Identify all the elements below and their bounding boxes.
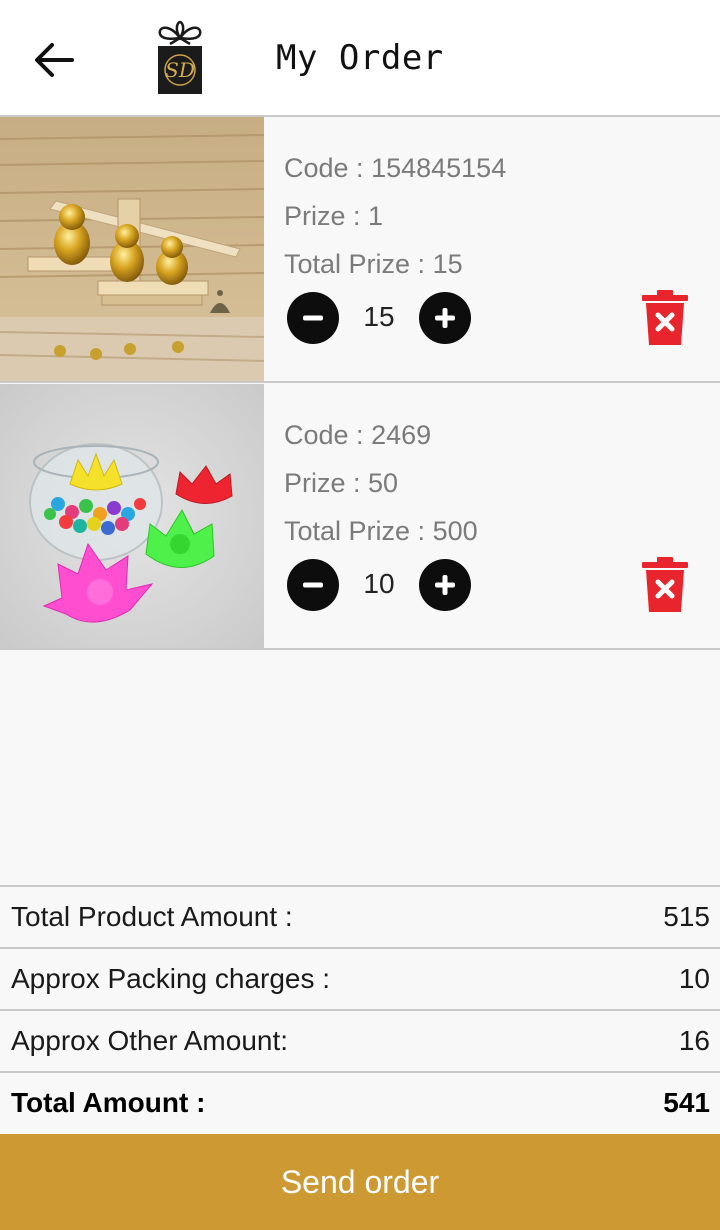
app-header: SD My Order [0, 0, 720, 117]
summary-value: 10 [678, 963, 710, 994]
product-image [0, 117, 264, 381]
summary-label: Approx Packing charges : [11, 963, 331, 994]
decrease-quantity-button[interactable] [287, 292, 339, 344]
summary-value: 16 [678, 1025, 710, 1056]
order-item: Code : 154845154 Prize : 1 Total Prize :… [0, 117, 720, 383]
total-label: Total Amount : [11, 1087, 206, 1118]
minus-icon [303, 582, 323, 588]
summary-value: 515 [663, 901, 710, 932]
item-code: Code : 2469 [284, 420, 432, 450]
svg-text:SD: SD [165, 58, 195, 82]
product-image [0, 384, 264, 648]
item-prize: Prize : 1 [284, 201, 384, 231]
send-order-button[interactable]: Send order [0, 1134, 720, 1230]
order-item: Code : 2469 Prize : 50 Total Prize : 500… [0, 384, 720, 650]
total-value: 541 [663, 1087, 710, 1118]
item-total-prize: Total Prize : 15 [284, 249, 463, 279]
summary-total-amount: Total Amount : 541 [0, 1071, 720, 1133]
delete-item-button[interactable] [640, 556, 690, 614]
brand-logo: SD [158, 20, 202, 94]
plus-icon [435, 308, 455, 328]
summary-product-amount: Total Product Amount : 515 [0, 885, 720, 947]
page-title: My Order [276, 38, 444, 78]
send-order-label: Send order [280, 1163, 440, 1200]
item-total-prize: Total Prize : 500 [284, 516, 478, 546]
plus-icon [435, 575, 455, 595]
summary-label: Approx Other Amount: [11, 1025, 289, 1056]
minus-icon [303, 315, 323, 321]
item-prize: Prize : 50 [284, 468, 399, 498]
delete-item-button[interactable] [640, 289, 690, 347]
back-button[interactable] [28, 34, 80, 86]
item-code: Code : 154845154 [284, 153, 507, 183]
quantity-value: 10 [363, 568, 395, 599]
summary-other-amount: Approx Other Amount: 16 [0, 1009, 720, 1071]
quantity-value: 15 [363, 301, 395, 332]
decrease-quantity-button[interactable] [287, 559, 339, 611]
summary-packing-charges: Approx Packing charges : 10 [0, 947, 720, 1009]
increase-quantity-button[interactable] [419, 292, 471, 344]
summary-label: Total Product Amount : [11, 901, 293, 932]
increase-quantity-button[interactable] [419, 559, 471, 611]
arrow-left-icon [35, 43, 74, 77]
